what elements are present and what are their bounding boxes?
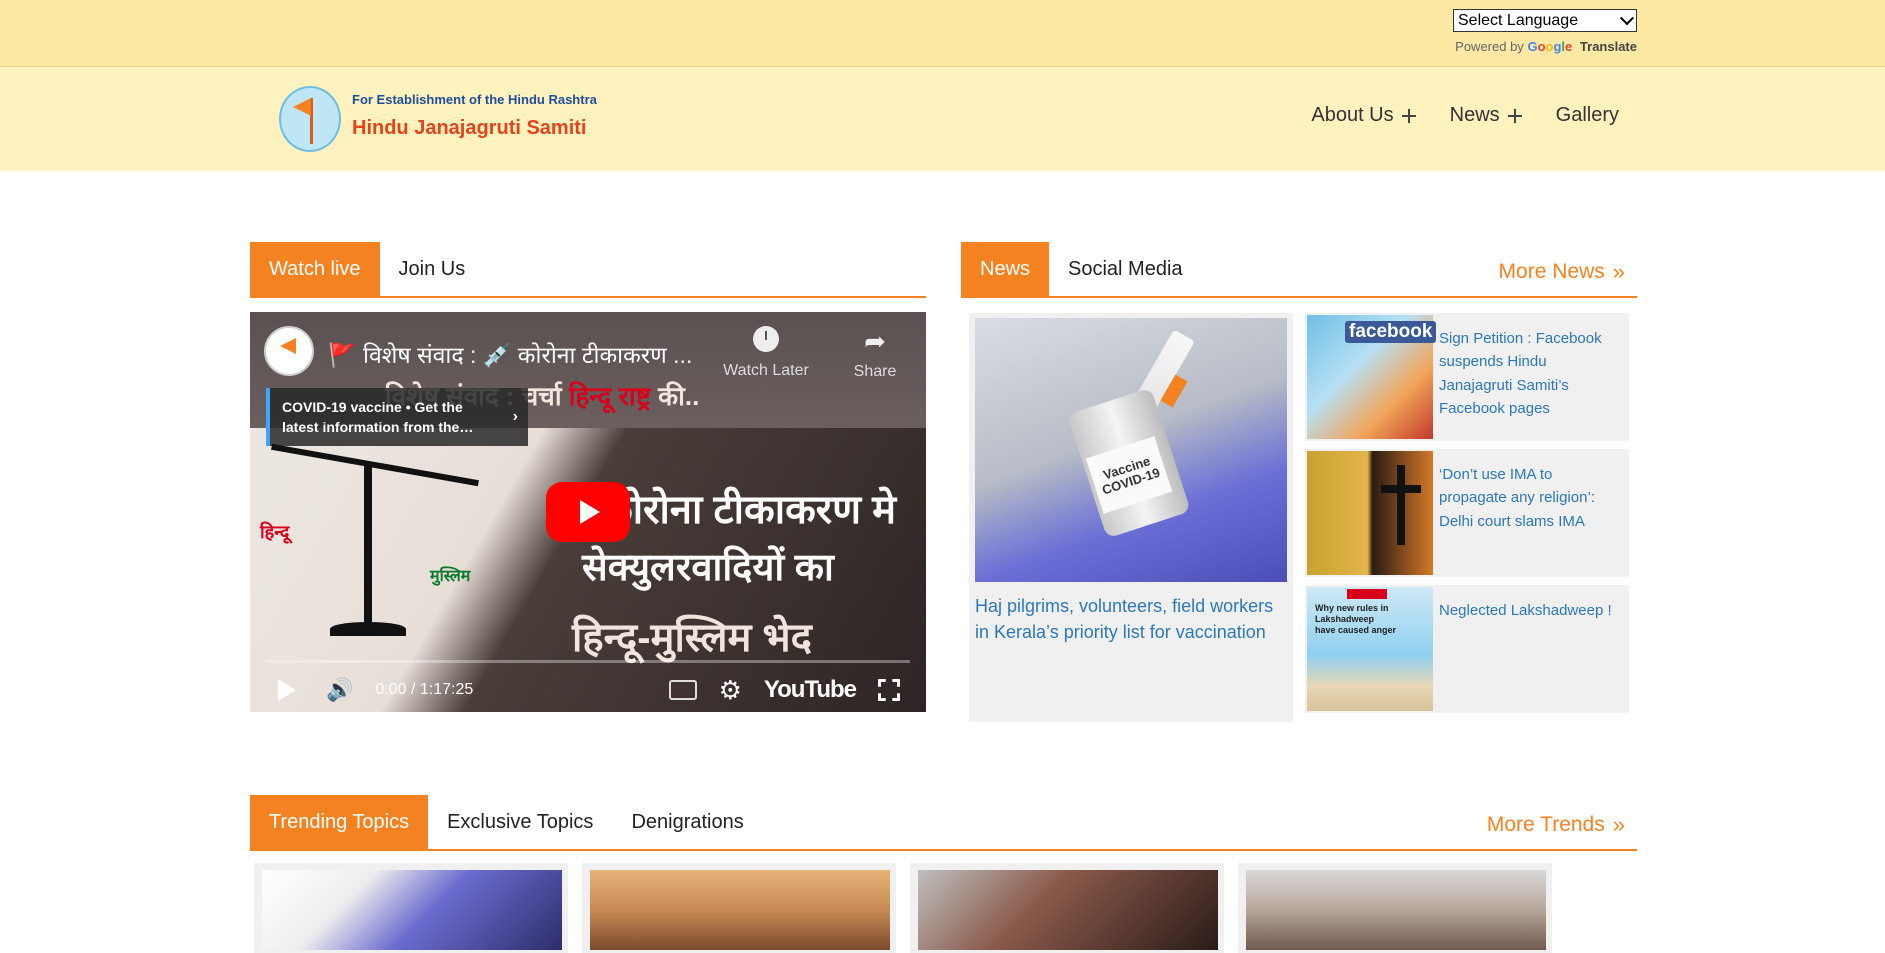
chevron-right-icon: › (512, 408, 518, 425)
news-thumbnail (1307, 451, 1433, 575)
youtube-logo[interactable]: YouTube (764, 676, 857, 704)
google-logo: Google (1527, 39, 1573, 54)
site-tagline: For Establishment of the Hindu Rashtra (352, 92, 597, 107)
trending-card[interactable] (1238, 863, 1552, 953)
language-select-label: Select Language (1458, 11, 1579, 29)
main-nav: About Us News Gallery (1311, 104, 1619, 127)
news-card[interactable]: facebook Sign Petition : Facebook suspen… (1305, 313, 1629, 441)
trending-thumbnail (590, 870, 890, 950)
plus-icon[interactable] (1401, 108, 1416, 123)
tab-exclusive-topics[interactable]: Exclusive Topics (428, 795, 612, 849)
more-trends-link[interactable]: More Trends » (1487, 813, 1625, 837)
share-button[interactable]: ➦ Share (840, 326, 910, 381)
youtube-video-player[interactable]: विशेष संवाद : चर्चा हिन्दू राष्ट्र की.. … (250, 312, 926, 712)
watch-tabs: Watch live Join Us (250, 242, 926, 298)
powered-by-text: Powered by (1455, 39, 1524, 54)
trending-tabs: Trending Topics Exclusive Topics Denigra… (250, 795, 1637, 851)
trending-card[interactable] (254, 863, 568, 953)
double-chevron-right-icon: » (1612, 812, 1625, 837)
nav-item-news[interactable]: News (1450, 104, 1522, 127)
facebook-logo: facebook (1345, 321, 1437, 343)
video-title[interactable]: 🚩 विशेष संवाद : 💉 कोरोना टीकाकरण ... (328, 338, 692, 370)
more-news-link[interactable]: More News » (1499, 260, 1625, 284)
tab-news[interactable]: News (961, 242, 1050, 296)
thumbnail-caption: Why new rules in Lakshadweep have caused… (1315, 603, 1397, 635)
news-headline[interactable]: Haj pilgrims, volunteers, field workers … (975, 593, 1287, 645)
info-card[interactable]: COVID-19 vaccine • Get the latest inform… (266, 388, 528, 446)
video-progress-bar[interactable] (266, 660, 910, 663)
trending-thumbnail (262, 870, 562, 950)
volume-icon[interactable]: 🔊 (326, 677, 353, 703)
trending-thumbnail (1246, 870, 1546, 950)
chevron-down-icon (1619, 10, 1635, 25)
tab-denigrations[interactable]: Denigrations (612, 795, 762, 849)
trending-card[interactable] (910, 863, 1224, 953)
news-thumbnail: Why new rules in Lakshadweep have caused… (1307, 587, 1433, 711)
news-thumbnail: facebook (1307, 315, 1437, 439)
fullscreen-icon[interactable] (878, 679, 900, 701)
news-card[interactable]: Why new rules in Lakshadweep have caused… (1305, 585, 1629, 713)
video-text-line: सेक्युलरवादियों का (582, 547, 834, 589)
video-controls: 🔊 0:00 / 1:17:25 ⚙ YouTube (250, 668, 926, 712)
vaccine-image: Vaccine COVID-19 (975, 318, 1287, 582)
news-card[interactable]: ‘Don’t use IMA to propagate any religion… (1305, 449, 1629, 577)
scale-pan-left-label: हिन्दू (260, 522, 290, 542)
news-card-featured[interactable]: Vaccine COVID-19 Haj pilgrims, volunteer… (969, 313, 1293, 722)
google-translate-bar: Select Language Powered by Google Transl… (0, 0, 1885, 67)
video-time: 0:00 / 1:17:25 (375, 681, 474, 698)
video-text-line: कोरोना टीकाकरण मे (602, 488, 897, 532)
captions-icon[interactable] (668, 680, 697, 700)
play-icon[interactable] (278, 679, 296, 701)
powered-by-google: Powered by Google Translate (1455, 39, 1637, 54)
nav-item-about-us[interactable]: About Us (1311, 104, 1416, 127)
tab-join-us[interactable]: Join Us (380, 242, 485, 296)
site-logo-flag-icon[interactable] (279, 86, 341, 152)
trending-cards (254, 863, 1552, 953)
watch-later-button[interactable]: Watch Later (716, 326, 816, 380)
news-headline[interactable]: ‘Don’t use IMA to propagate any religion… (1439, 463, 1623, 533)
news-tabs: News Social Media More News » (961, 242, 1637, 298)
language-select[interactable]: Select Language (1453, 9, 1637, 32)
gear-icon[interactable]: ⚙ (719, 677, 742, 703)
translate-link[interactable]: Translate (1580, 39, 1637, 54)
nav-item-gallery[interactable]: Gallery (1556, 104, 1619, 127)
double-chevron-right-icon: » (1612, 259, 1625, 284)
clock-icon (753, 326, 779, 352)
scale-pan-right-label: मुस्लिम (430, 568, 471, 585)
tab-social-media[interactable]: Social Media (1049, 242, 1202, 296)
trending-thumbnail (918, 870, 1218, 950)
tab-watch-live[interactable]: Watch live (250, 242, 380, 296)
tab-trending-topics[interactable]: Trending Topics (250, 795, 429, 849)
trending-card[interactable] (582, 863, 896, 953)
news-headline[interactable]: Sign Petition : Facebook suspends Hindu … (1439, 327, 1623, 420)
site-name[interactable]: Hindu Janajagruti Samiti (352, 117, 586, 140)
news-headline[interactable]: Neglected Lakshadweep ! (1439, 599, 1623, 622)
share-arrow-icon: ➦ (864, 326, 886, 356)
video-text-line: हिन्दू-मुस्लिम भेद (572, 616, 812, 660)
plus-icon[interactable] (1507, 108, 1522, 123)
channel-avatar[interactable] (264, 326, 314, 376)
play-button-icon[interactable] (546, 482, 630, 542)
